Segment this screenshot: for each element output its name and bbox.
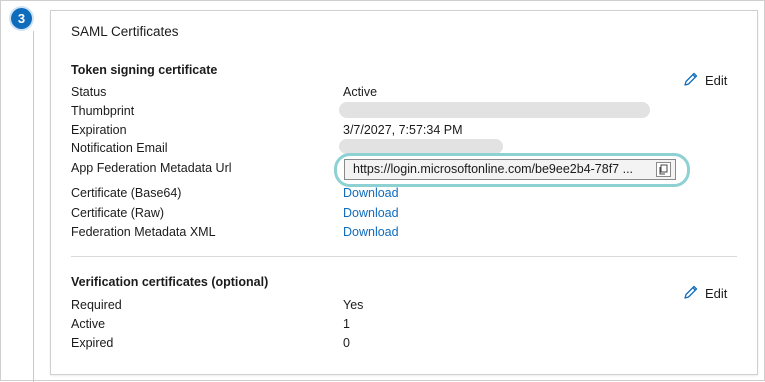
token-signing-section-title: Token signing certificate (71, 63, 218, 77)
expired-value: 0 (343, 336, 350, 350)
pencil-icon (683, 71, 699, 90)
status-label: Status (71, 85, 107, 99)
section-divider (71, 256, 737, 257)
metadata-url-field[interactable]: https://login.microsoftonline.com/be9ee2… (344, 159, 676, 180)
step-connector-line (33, 31, 34, 382)
thumbprint-value-redacted (339, 102, 650, 118)
expiration-value: 3/7/2027, 7:57:34 PM (343, 123, 463, 137)
thumbprint-label: Thumbprint (71, 104, 135, 118)
federation-xml-label: Federation Metadata XML (71, 225, 216, 239)
notification-email-value-redacted (339, 139, 503, 154)
step-number-badge: 3 (11, 8, 32, 29)
cert-raw-download-link[interactable]: Download (343, 206, 399, 220)
expiration-label: Expiration (71, 123, 127, 137)
copy-icon[interactable] (656, 162, 671, 177)
window-frame: 3 SAML Certificates Token signing certif… (0, 0, 765, 382)
metadata-url-label: App Federation Metadata Url (71, 161, 232, 175)
verification-edit-button[interactable]: Edit (683, 284, 727, 303)
expired-label: Expired (71, 336, 114, 350)
cert-base64-download-link[interactable]: Download (343, 186, 399, 200)
active-label: Active (71, 317, 106, 331)
required-label: Required (71, 298, 122, 312)
card-title: SAML Certificates (71, 24, 179, 39)
cert-base64-label: Certificate (Base64) (71, 186, 182, 200)
status-value: Active (343, 85, 378, 99)
required-value: Yes (343, 298, 364, 312)
verification-section-title: Verification certificates (optional) (71, 275, 269, 289)
edit-label: Edit (705, 73, 728, 88)
active-value: 1 (343, 317, 350, 331)
saml-certificates-card: SAML Certificates Token signing certific… (50, 10, 758, 375)
metadata-url-text: https://login.microsoftonline.com/be9ee2… (353, 162, 634, 176)
federation-xml-download-link[interactable]: Download (343, 225, 399, 239)
pencil-icon (683, 284, 699, 303)
notification-email-label: Notification Email (71, 141, 168, 155)
cert-raw-label: Certificate (Raw) (71, 206, 165, 220)
token-signing-edit-button[interactable]: Edit (683, 71, 727, 90)
edit-label: Edit (705, 286, 728, 301)
